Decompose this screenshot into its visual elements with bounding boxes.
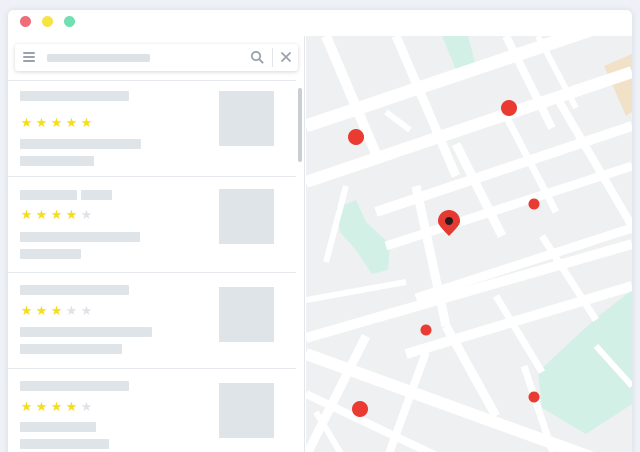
map-marker[interactable] <box>420 324 432 336</box>
results-sidebar: ★ ★ ★ ★ ★ ★ ★ ★ ★ ★ ★ ★ ★ ★ ★ ★ ★ ★ ★ ★ <box>8 36 305 452</box>
result-detail <box>20 439 109 449</box>
result-detail <box>20 232 140 242</box>
star-rating: ★ ★ ★ ★ ★ <box>19 400 94 414</box>
map-marker[interactable] <box>352 401 368 417</box>
result-thumbnail <box>219 287 274 342</box>
result-title <box>20 285 129 295</box>
search-input[interactable] <box>47 54 150 62</box>
list-item[interactable]: ★ ★ ★ ★ ★ <box>8 176 296 272</box>
title-bar <box>8 10 632 36</box>
star-empty-icon: ★ <box>65 303 78 318</box>
list-item[interactable]: ★ ★ ★ ★ ★ <box>8 272 296 368</box>
results-scrollbar[interactable] <box>296 80 305 452</box>
result-title <box>20 381 129 391</box>
star-filled-icon: ★ <box>20 399 33 414</box>
result-detail <box>20 327 152 337</box>
results-list: ★ ★ ★ ★ ★ ★ ★ ★ ★ ★ ★ ★ ★ ★ ★ ★ ★ ★ ★ ★ <box>8 80 296 452</box>
star-rating: ★ ★ ★ ★ ★ <box>19 116 94 130</box>
result-title <box>20 190 77 200</box>
star-filled-icon: ★ <box>65 399 78 414</box>
star-filled-icon: ★ <box>35 115 48 130</box>
minimize-window-button[interactable] <box>42 16 53 27</box>
result-detail <box>20 139 141 149</box>
map-marker[interactable] <box>528 391 540 403</box>
star-filled-icon: ★ <box>20 207 33 222</box>
hamburger-menu-icon[interactable] <box>23 52 35 63</box>
star-filled-icon: ★ <box>50 207 63 222</box>
star-filled-icon: ★ <box>50 115 63 130</box>
star-filled-icon: ★ <box>50 399 63 414</box>
star-filled-icon: ★ <box>50 303 63 318</box>
result-detail <box>20 422 96 432</box>
star-rating: ★ ★ ★ ★ ★ <box>19 208 94 222</box>
search-bar <box>15 44 298 71</box>
star-filled-icon: ★ <box>20 303 33 318</box>
star-filled-icon: ★ <box>35 399 48 414</box>
result-thumbnail <box>219 383 274 438</box>
map-marker[interactable] <box>528 198 540 210</box>
map-marker[interactable] <box>501 100 517 116</box>
result-thumbnail <box>219 91 274 146</box>
star-empty-icon: ★ <box>80 207 93 222</box>
star-empty-icon: ★ <box>80 399 93 414</box>
map-view[interactable] <box>306 36 632 452</box>
star-filled-icon: ★ <box>35 207 48 222</box>
star-filled-icon: ★ <box>80 115 93 130</box>
star-rating: ★ ★ ★ ★ ★ <box>19 304 94 318</box>
close-window-button[interactable] <box>20 16 31 27</box>
maximize-window-button[interactable] <box>64 16 75 27</box>
search-icon[interactable] <box>250 50 264 64</box>
scrollbar-thumb[interactable] <box>298 88 302 162</box>
result-detail <box>20 249 81 259</box>
result-detail <box>20 344 122 354</box>
result-title <box>81 190 112 200</box>
star-filled-icon: ★ <box>65 115 78 130</box>
star-filled-icon: ★ <box>20 115 33 130</box>
search-divider <box>272 48 273 67</box>
star-empty-icon: ★ <box>80 303 93 318</box>
map-marker[interactable] <box>348 129 364 145</box>
result-detail <box>20 156 94 166</box>
result-thumbnail <box>219 189 274 244</box>
list-item[interactable]: ★ ★ ★ ★ ★ <box>8 368 296 452</box>
app-window: ★ ★ ★ ★ ★ ★ ★ ★ ★ ★ ★ ★ ★ ★ ★ ★ ★ ★ ★ ★ <box>8 10 632 452</box>
star-filled-icon: ★ <box>35 303 48 318</box>
close-icon[interactable] <box>279 50 293 64</box>
star-filled-icon: ★ <box>65 207 78 222</box>
result-title <box>20 91 129 101</box>
list-item[interactable]: ★ ★ ★ ★ ★ <box>8 80 296 176</box>
